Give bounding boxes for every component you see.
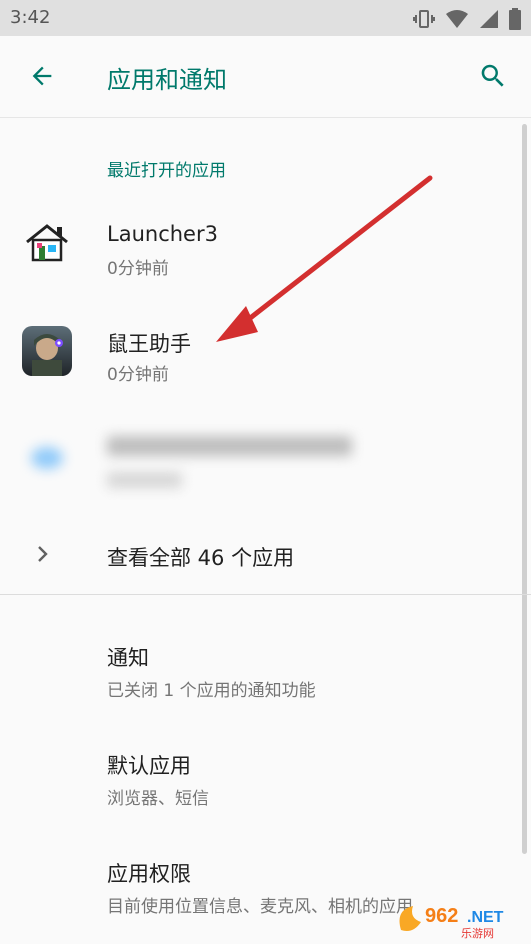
status-bar: 3:42 [0,0,531,36]
recent-apps-header: 最近打开的应用 [107,161,226,181]
svg-text:乐游网: 乐游网 [461,927,494,940]
status-icons [413,8,521,34]
app-time-placeholder [107,472,182,488]
wifi-icon [445,9,469,33]
app-name-placeholder [107,436,352,456]
back-button[interactable] [22,58,62,98]
signal-icon [479,9,499,33]
pref-subtitle: 目前使用位置信息、麦克风、相机的应用 [107,897,413,917]
shuwang-app-icon [22,326,72,376]
pref-notifications[interactable]: 通知 已关闭 1 个应用的通知功能 [0,618,531,722]
app-bar: 应用和通知 [0,36,531,118]
app-last-opened: 0分钟前 [107,365,169,385]
pref-subtitle: 浏览器、短信 [107,789,209,809]
pref-subtitle: 已关闭 1 个应用的通知功能 [107,681,316,701]
vibrate-icon [413,9,435,33]
svg-text:.NET: .NET [467,909,504,926]
battery-icon [509,8,521,34]
launcher3-icon [22,218,72,268]
divider [0,594,531,595]
blurred-app-icon [22,434,72,484]
pref-title: 通知 [107,646,149,670]
app-last-opened: 0分钟前 [107,259,169,279]
search-icon [478,61,508,95]
chevron-right-icon [30,542,54,570]
recent-app-row[interactable]: 鼠王助手 0分钟前 [0,304,531,404]
see-all-apps-label: 查看全部 46 个应用 [107,546,295,570]
pref-title: 默认应用 [107,754,191,778]
pref-title: 应用权限 [107,862,191,886]
arrow-left-icon [28,62,56,94]
pref-default-apps[interactable]: 默认应用 浏览器、短信 [0,726,531,830]
recent-app-row[interactable] [0,410,531,510]
app-name: 鼠王助手 [107,332,191,356]
recent-app-row[interactable]: Launcher3 0分钟前 [0,196,531,296]
page-title: 应用和通知 [107,66,227,94]
svg-text:962: 962 [425,905,458,927]
see-all-apps-row[interactable]: 查看全部 46 个应用 [0,520,531,590]
app-name: Launcher3 [107,222,218,246]
watermark-logo: 962 .NET 乐游网 [395,900,525,940]
search-button[interactable] [473,58,513,98]
status-time: 3:42 [10,7,51,28]
